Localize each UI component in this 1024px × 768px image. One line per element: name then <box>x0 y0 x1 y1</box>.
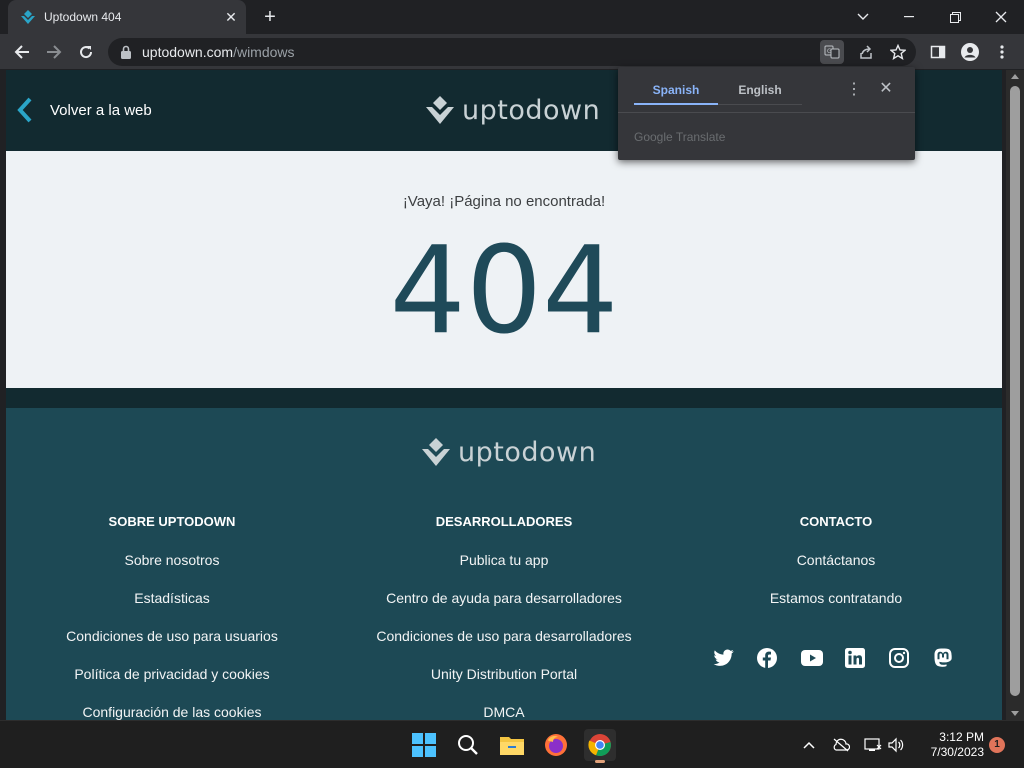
search-icon[interactable] <box>452 729 484 761</box>
footer-column-about: SOBRE UPTODOWN Sobre nosotros Estadístic… <box>6 514 338 720</box>
onedrive-offline-icon[interactable] <box>831 733 851 757</box>
site-footer: uptodown SOBRE UPTODOWN Sobre nosotros E… <box>6 408 1002 720</box>
svg-text:G: G <box>827 48 832 55</box>
footer-column-contact: CONTACTO Contáctanos Estamos contratando <box>670 514 1002 628</box>
divider-band <box>6 388 1002 408</box>
footer-link[interactable]: Sobre nosotros <box>6 552 338 590</box>
lock-icon[interactable] <box>120 45 132 59</box>
footer-link[interactable]: Centro de ayuda para desarrolladores <box>338 590 670 628</box>
url-text[interactable]: uptodown.com/wimdows <box>142 44 295 60</box>
close-window-icon[interactable] <box>978 0 1024 34</box>
translate-options-icon[interactable]: ⋮ <box>846 81 862 99</box>
social-links <box>713 646 977 670</box>
clock-date: 7/30/2023 <box>930 745 984 759</box>
footer-link[interactable]: Estadísticas <box>6 590 338 628</box>
footer-link[interactable]: Configuración de las cookies <box>6 704 338 720</box>
translate-close-icon[interactable]: ✕ <box>877 80 895 98</box>
youtube-icon[interactable] <box>801 646 845 670</box>
linkedin-icon[interactable] <box>845 646 889 670</box>
volume-icon[interactable] <box>886 733 906 757</box>
translate-icon[interactable]: G <box>820 40 844 64</box>
error-code: 404 <box>389 222 619 361</box>
page-scrollbar[interactable] <box>1006 70 1024 720</box>
footer-link[interactable]: Política de privacidad y cookies <box>6 666 338 704</box>
uptodown-favicon-icon <box>21 10 35 24</box>
firefox-icon[interactable] <box>540 729 572 761</box>
footer-heading: CONTACTO <box>799 514 873 529</box>
bookmark-star-icon[interactable] <box>886 40 910 64</box>
new-tab-icon[interactable]: + <box>260 7 280 27</box>
footer-link[interactable]: DMCA <box>338 704 670 720</box>
taskbar-clock[interactable]: 3:12 PM 7/30/2023 <box>914 730 984 760</box>
file-explorer-icon[interactable] <box>496 729 528 761</box>
browser-toolbar: uptodown.com/wimdows G <box>0 34 1024 70</box>
tab-target-language[interactable]: English <box>718 81 802 105</box>
network-icon[interactable] <box>863 733 883 757</box>
error-subtitle: ¡Vaya! ¡Página no encontrada! <box>402 193 606 210</box>
instagram-icon[interactable] <box>889 646 933 670</box>
address-bar[interactable]: uptodown.com/wimdows G <box>108 38 916 66</box>
restore-icon[interactable] <box>932 0 978 34</box>
minimize-icon[interactable] <box>886 0 932 34</box>
google-translate-brand: Google Translate <box>634 130 726 144</box>
mastodon-icon[interactable] <box>933 646 977 670</box>
tray-chevron-up-icon[interactable] <box>799 733 819 757</box>
scrollbar-thumb[interactable] <box>1010 86 1020 696</box>
page-viewport: Volver a la web uptodown ¡Vaya! ¡Página … <box>6 70 1002 720</box>
scroll-up-arrow-icon[interactable] <box>1011 74 1019 79</box>
back-arrow-icon[interactable] <box>10 40 34 64</box>
translate-language-tabs: Spanish English ⋮ ✕ <box>618 67 915 113</box>
tab-strip: Uptodown 404 ✕ + <box>0 0 1024 34</box>
scroll-down-arrow-icon[interactable] <box>1011 711 1019 716</box>
translate-popup: Spanish English ⋮ ✕ Google Translate <box>618 67 915 160</box>
footer-link[interactable]: Condiciones de uso para usuarios <box>6 628 338 666</box>
tab-title: Uptodown 404 <box>44 10 122 24</box>
footer-column-developers: DESARROLLADORES Publica tu app Centro de… <box>338 514 670 720</box>
notification-badge[interactable]: 1 <box>989 737 1005 753</box>
chevron-left-icon[interactable] <box>14 96 34 124</box>
footer-link[interactable]: Publica tu app <box>338 552 670 590</box>
tab-search-icon[interactable] <box>840 0 886 34</box>
footer-link[interactable]: Estamos contratando <box>670 590 1002 628</box>
windows-taskbar: 3:12 PM 7/30/2023 1 <box>0 720 1024 768</box>
menu-kebab-icon[interactable] <box>990 40 1014 64</box>
footer-link[interactable]: Condiciones de uso para desarrolladores <box>338 628 670 666</box>
uptodown-logo-icon <box>426 96 454 124</box>
reload-icon[interactable] <box>74 40 98 64</box>
tab-source-language[interactable]: Spanish <box>634 81 718 105</box>
windows-start-icon[interactable] <box>408 729 440 761</box>
facebook-icon[interactable] <box>757 646 801 670</box>
uptodown-logo[interactable]: uptodown <box>424 94 600 126</box>
uptodown-logo-icon <box>422 438 450 466</box>
side-panel-icon[interactable] <box>926 40 950 64</box>
clock-time: 3:12 PM <box>939 730 984 744</box>
share-icon[interactable] <box>854 40 878 64</box>
chrome-icon[interactable] <box>584 729 616 763</box>
footer-link[interactable]: Contáctanos <box>670 552 1002 590</box>
footer-heading: DESARROLLADORES <box>435 514 573 529</box>
tab-uptodown[interactable]: Uptodown 404 ✕ <box>8 0 246 34</box>
footer-heading: SOBRE UPTODOWN <box>108 514 236 529</box>
back-to-web-link[interactable]: Volver a la web <box>50 102 152 119</box>
footer-link[interactable]: Unity Distribution Portal <box>338 666 670 704</box>
twitter-icon[interactable] <box>713 646 757 670</box>
profile-icon[interactable] <box>958 40 982 64</box>
error-panel: ¡Vaya! ¡Página no encontrada! 404 <box>6 151 1002 388</box>
tab-close-icon[interactable]: ✕ <box>223 9 239 25</box>
footer-logo[interactable]: uptodown <box>420 436 596 468</box>
forward-arrow-icon[interactable] <box>42 40 66 64</box>
